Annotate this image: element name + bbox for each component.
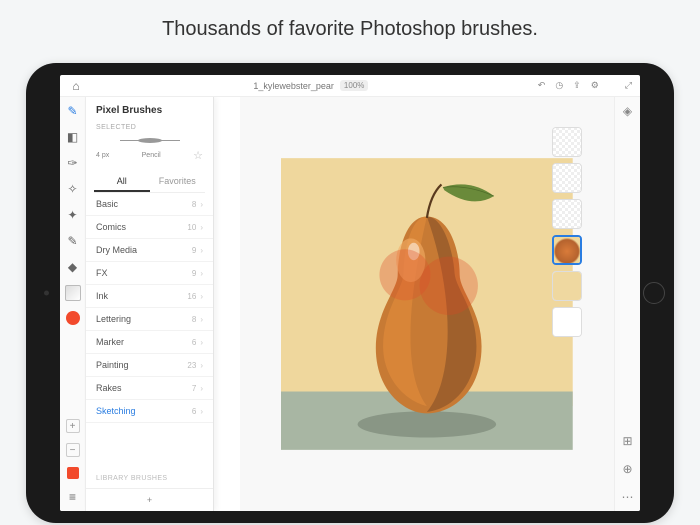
- layer-options-icon[interactable]: ⊞: [620, 433, 636, 449]
- brush-category[interactable]: Rakes7›: [86, 377, 213, 400]
- selected-label: SELECTED: [96, 124, 203, 131]
- tab-all[interactable]: All: [94, 172, 150, 192]
- topbar: ⌂ 1_kylewebster_pear 100% ↶ ◷ ⇪ ⚙ ⤢: [60, 75, 640, 97]
- brush-category[interactable]: Painting23›: [86, 354, 213, 377]
- zoom-out-icon[interactable]: −: [66, 443, 80, 457]
- add-layer-icon[interactable]: ⊕: [620, 461, 636, 477]
- layer-thumb[interactable]: [552, 127, 582, 157]
- favorite-star-icon[interactable]: ☆: [193, 149, 203, 162]
- more-icon[interactable]: ⋯: [620, 489, 636, 505]
- home-button[interactable]: [643, 282, 665, 304]
- lasso-icon[interactable]: ✧: [65, 181, 81, 197]
- layer-thumb-selected[interactable]: [552, 235, 582, 265]
- brush-category[interactable]: Sketching6›: [86, 400, 213, 423]
- secondary-color-chip[interactable]: [67, 467, 79, 479]
- brush-category[interactable]: Ink16›: [86, 285, 213, 308]
- brush-category[interactable]: Comics10›: [86, 216, 213, 239]
- canvas[interactable]: [240, 97, 614, 511]
- category-list: Basic8›Comics10›Dry Media9›FX9›Ink16›Let…: [86, 193, 213, 469]
- layer-thumb[interactable]: [552, 271, 582, 301]
- undo-icon[interactable]: ↶: [538, 80, 546, 91]
- right-toolbar: ◈ ⊞ ⊕ ⋯: [614, 97, 640, 511]
- share-icon[interactable]: ⇪: [573, 80, 581, 91]
- left-toolbar: ✎ ◧ ✑ ✧ ✦ ✎ ◆ + − ≡: [60, 97, 86, 511]
- brush-panel: Pixel Brushes SELECTED 4 px Pencil ☆ All…: [86, 97, 214, 511]
- reorder-icon[interactable]: ≡: [65, 489, 81, 505]
- brush-name: Pencil: [142, 152, 161, 159]
- app-screen: ⌂ 1_kylewebster_pear 100% ↶ ◷ ⇪ ⚙ ⤢ ✎ ◧ …: [60, 75, 640, 511]
- layer-thumb[interactable]: [552, 163, 582, 193]
- brush-preview[interactable]: [96, 133, 203, 147]
- help-icon[interactable]: ◷: [555, 80, 563, 91]
- transform-icon[interactable]: ✦: [65, 207, 81, 223]
- brush-category[interactable]: FX9›: [86, 262, 213, 285]
- brush-tool-icon[interactable]: ✎: [65, 103, 81, 119]
- hero-text: Thousands of favorite Photoshop brushes.: [0, 0, 700, 63]
- tab-favorites[interactable]: Favorites: [150, 172, 206, 192]
- zoom-badge[interactable]: 100%: [340, 80, 368, 91]
- brush-category[interactable]: Basic8›: [86, 193, 213, 216]
- zoom-in-icon[interactable]: +: [66, 419, 80, 433]
- gear-icon[interactable]: ⚙: [591, 80, 599, 91]
- layer-thumb[interactable]: [552, 307, 582, 337]
- eyedropper-icon[interactable]: ✎: [65, 233, 81, 249]
- brush-size-label: 4 px: [96, 152, 109, 159]
- add-brush-button[interactable]: +: [86, 488, 213, 511]
- smudge-icon[interactable]: ✑: [65, 155, 81, 171]
- library-label: LIBRARY BRUSHES: [86, 469, 213, 488]
- ipad-frame: ⌂ 1_kylewebster_pear 100% ↶ ◷ ⇪ ⚙ ⤢ ✎ ◧ …: [26, 63, 674, 523]
- fill-icon[interactable]: ◆: [65, 259, 81, 275]
- document-title: 1_kylewebster_pear: [253, 81, 334, 91]
- brush-category[interactable]: Dry Media9›: [86, 239, 213, 262]
- brush-category[interactable]: Lettering8›: [86, 308, 213, 331]
- home-icon[interactable]: ⌂: [68, 78, 84, 94]
- layers-icon[interactable]: ◈: [620, 103, 636, 119]
- fullscreen-icon[interactable]: ⤢: [625, 80, 632, 91]
- eraser-icon[interactable]: ◧: [65, 129, 81, 145]
- panel-title: Pixel Brushes: [86, 97, 213, 124]
- brush-category[interactable]: Marker6›: [86, 331, 213, 354]
- image-tool-icon[interactable]: [65, 285, 81, 301]
- color-chip[interactable]: [66, 311, 80, 325]
- layers-panel: [552, 127, 586, 337]
- layer-thumb[interactable]: [552, 199, 582, 229]
